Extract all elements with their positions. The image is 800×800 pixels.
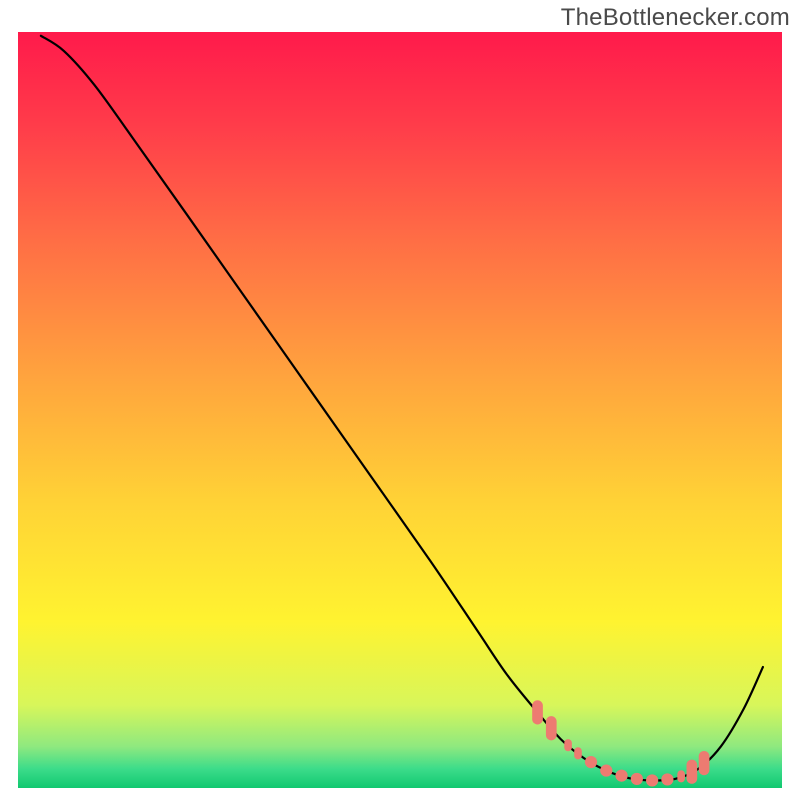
chart-frame: TheBottlenecker.com [0, 0, 800, 800]
valley-marker [600, 765, 612, 777]
valley-marker [646, 774, 658, 786]
valley-marker [574, 747, 582, 759]
valley-marker [687, 760, 698, 784]
valley-marker [615, 770, 627, 782]
valley-marker [677, 770, 685, 782]
valley-marker [661, 773, 673, 785]
valley-marker [585, 756, 597, 768]
plot-background [18, 32, 782, 788]
valley-marker [699, 751, 710, 775]
valley-marker [631, 773, 643, 785]
chart-svg [0, 0, 800, 800]
valley-marker [546, 716, 557, 740]
valley-marker [564, 739, 572, 751]
valley-marker [532, 700, 543, 724]
watermark-text: TheBottlenecker.com [561, 4, 790, 32]
